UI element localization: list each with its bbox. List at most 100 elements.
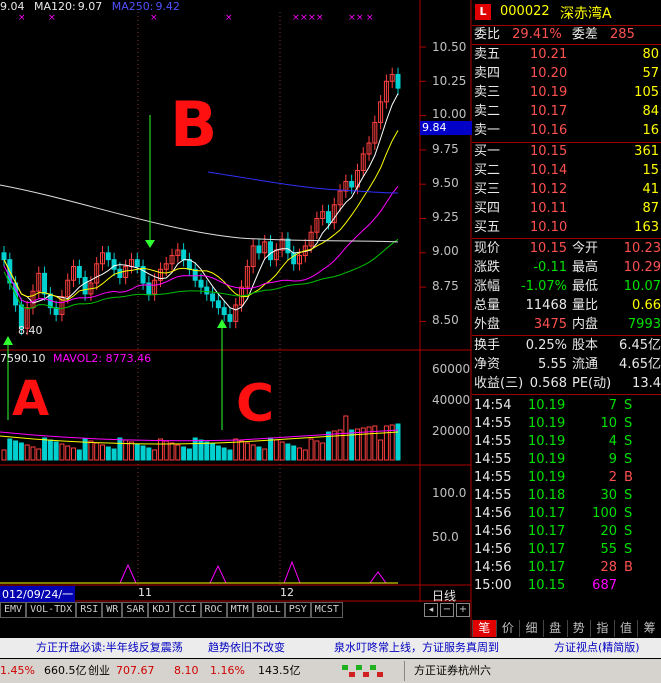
tab-kdj[interactable]: KDJ: [148, 602, 175, 618]
quote-value: 10.23: [623, 241, 661, 256]
stock-name: 深赤湾A: [560, 6, 612, 22]
trade-side: S: [624, 398, 633, 413]
news-ticker[interactable]: 方正开盘必读:半年线反复震荡 趋势依旧不改变 泉水叮咚常上线，方证服务真周到 方…: [0, 638, 661, 658]
ask-row[interactable]: 卖三 10.19 105: [474, 84, 661, 102]
stats-value: 0.25%: [525, 338, 567, 353]
tab-sar[interactable]: SAR: [122, 602, 149, 618]
candle-body: [42, 272, 48, 295]
ask-row[interactable]: 卖一 10.16 16: [474, 122, 661, 140]
volume-bar: [244, 442, 250, 461]
volume-bar: [175, 444, 181, 461]
trade-volume: 100: [592, 506, 617, 521]
diff-label: 委差: [571, 27, 598, 42]
ask-row[interactable]: 卖四 10.20 57: [474, 65, 661, 83]
tab-wr[interactable]: WR: [102, 602, 123, 618]
event-marker-icon: ×: [308, 13, 316, 23]
bid-price: 10.11: [530, 201, 568, 216]
volume-bar: [302, 449, 308, 461]
volume-bar: [18, 442, 24, 461]
tab-emv[interactable]: EMV: [0, 602, 27, 618]
tab-price[interactable]: 价: [495, 620, 520, 637]
bid-row[interactable]: 买三 10.12 41: [474, 181, 661, 199]
trade-row: 14:55 10.19 9 S: [474, 451, 661, 469]
trade-row: 14:56 10.17 28 B: [474, 559, 661, 577]
ticker-item[interactable]: 趋势依旧不改变: [208, 638, 285, 658]
quote-value: 7993: [627, 317, 661, 332]
tab-detail[interactable]: 细: [519, 620, 543, 637]
volume-bar: [297, 447, 302, 461]
date-cursor: 012/09/24/一: [0, 586, 76, 602]
ask-level-label: 卖五: [474, 47, 501, 62]
tab-psy[interactable]: PSY: [284, 602, 311, 618]
bid-level-label: 买五: [474, 220, 501, 235]
zoom-in-icon[interactable]: +: [456, 603, 470, 617]
candle-body: [221, 307, 227, 316]
tab-boll[interactable]: BOLL: [252, 602, 285, 618]
scroll-left-icon[interactable]: ◂: [424, 603, 438, 617]
tab-mcst[interactable]: MCST: [310, 602, 343, 618]
volume-bar: [94, 442, 100, 461]
bid-price: 10.15: [530, 144, 568, 159]
detail-tabbar: 笔 价 细 盘 势 指 值 筹: [472, 620, 661, 637]
bid-volume: 163: [634, 220, 659, 235]
event-marker-icon: ×: [225, 13, 233, 23]
tab-rsi[interactable]: RSI: [76, 602, 103, 618]
price-tick: 10.50: [432, 40, 467, 54]
tab-cci[interactable]: CCI: [174, 602, 201, 618]
ask-level-label: 卖一: [474, 123, 501, 138]
ratio-value: 29.41%: [512, 27, 562, 42]
ticker-item[interactable]: 方正开盘必读:半年线反复震荡: [36, 638, 183, 658]
volume-bar: [152, 449, 158, 461]
scroll-controls: ◂ − +: [424, 603, 470, 617]
tab-value[interactable]: 值: [613, 620, 638, 637]
tab-mtm[interactable]: MTM: [226, 602, 253, 618]
bid-volume: 87: [642, 201, 659, 216]
event-marker-icon: ×: [292, 13, 300, 23]
trade-volume: 4: [608, 434, 617, 449]
volume-bar: [314, 440, 320, 461]
tab-trend[interactable]: 势: [566, 620, 591, 637]
bid-row[interactable]: 买四 10.11 87: [474, 200, 661, 218]
ma250-value: 9.42: [155, 0, 180, 13]
volume-bar: [291, 445, 297, 461]
volume-bar: [337, 429, 343, 461]
bid-row[interactable]: 买二 10.14 15: [474, 162, 661, 180]
volume-bar: [100, 444, 105, 461]
quote-value: -0.11: [533, 260, 567, 275]
trade-row: 14:54 10.19 7 S: [474, 397, 661, 415]
volume-bar: [117, 437, 123, 461]
quote-value: 10.07: [623, 279, 661, 294]
tab-orderbook[interactable]: 盘: [542, 620, 567, 637]
trade-time: 14:56: [474, 542, 512, 557]
tab-chips[interactable]: 筹: [637, 620, 661, 637]
tab-index[interactable]: 指: [590, 620, 614, 637]
bid-row[interactable]: 买五 10.10 163: [474, 219, 661, 237]
trade-side: B: [624, 560, 633, 575]
divider: [472, 335, 661, 336]
volume-bar: [250, 444, 256, 461]
ask-row[interactable]: 卖二 10.17 84: [474, 103, 661, 121]
status-divider: [404, 661, 414, 681]
volume-bar: [47, 439, 53, 461]
quote-row: 现价 10.15 今开 10.23: [474, 240, 661, 258]
tab-vol-tdx[interactable]: VOL-TDX: [26, 602, 77, 618]
zoom-out-icon[interactable]: −: [440, 603, 454, 617]
stats-label: PE(动): [572, 376, 612, 391]
volume-bar: [221, 447, 227, 461]
volume-bar: [128, 441, 134, 461]
trade-row: 14:55 10.18 30 S: [474, 487, 661, 505]
trade-time: 14:55: [474, 488, 512, 503]
ticker-item[interactable]: 泉水叮咚常上线，方证服务真周到: [334, 638, 499, 658]
ticker-item[interactable]: 方证视点(精简版): [554, 638, 640, 658]
candle-body: [181, 249, 187, 261]
period-label[interactable]: 日线: [432, 587, 456, 604]
ask-price: 10.16: [530, 123, 568, 138]
trade-time: 14:55: [474, 452, 512, 467]
tab-roc[interactable]: ROC: [200, 602, 227, 618]
quote-label: 总量: [474, 298, 501, 313]
trade-volume: 10: [600, 416, 617, 431]
ask-row[interactable]: 卖五 10.21 80: [474, 46, 661, 64]
tab-trades[interactable]: 笔: [472, 620, 496, 637]
stock-code: 000022: [500, 4, 550, 19]
bid-row[interactable]: 买一 10.15 361: [474, 143, 661, 161]
